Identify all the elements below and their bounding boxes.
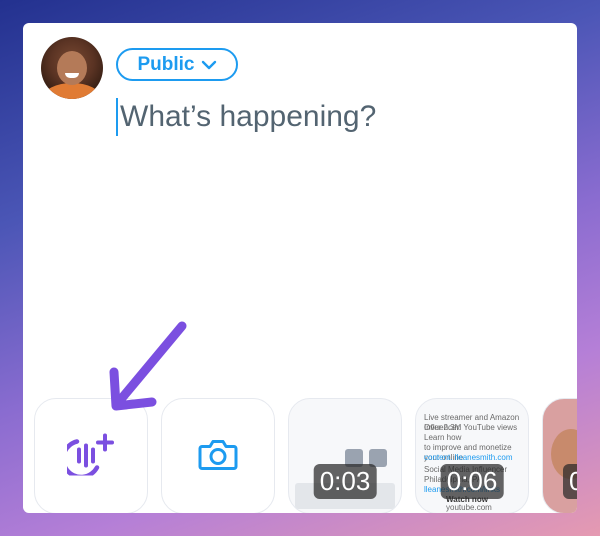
media-thumbnail-video[interactable]: 0 xyxy=(542,398,577,513)
preview-text: Over 2.3M YouTube views xyxy=(424,423,518,432)
add-audio-space-icon xyxy=(60,432,115,481)
camera-icon xyxy=(198,437,238,476)
avatar-shirt xyxy=(43,83,101,99)
preview-text: youtube.com xyxy=(446,503,492,512)
compose-card: Public What’s happening? 0:03 Live strea… xyxy=(23,23,577,513)
media-thumbnail-video[interactable]: Live streamer and Amazon Influencer. Ove… xyxy=(415,398,529,513)
media-thumbnail-video[interactable]: 0:03 xyxy=(288,398,402,513)
video-duration: 0:06 xyxy=(440,464,504,499)
text-caret xyxy=(116,98,118,136)
audience-selector-button[interactable]: Public xyxy=(116,48,238,81)
avatar-face xyxy=(57,51,87,85)
avatar[interactable] xyxy=(41,37,103,99)
compose-text-area[interactable]: What’s happening? xyxy=(116,97,376,137)
video-duration: 0 xyxy=(563,464,577,499)
video-duration: 0:03 xyxy=(313,464,377,499)
annotation-arrow-icon xyxy=(109,321,187,411)
preview-text: content. lleanesmith.com xyxy=(424,453,513,462)
audience-label: Public xyxy=(137,53,195,75)
preview-text: Learn how xyxy=(424,433,462,442)
chevron-down-icon xyxy=(201,60,216,69)
compose-placeholder: What’s happening? xyxy=(120,100,377,133)
